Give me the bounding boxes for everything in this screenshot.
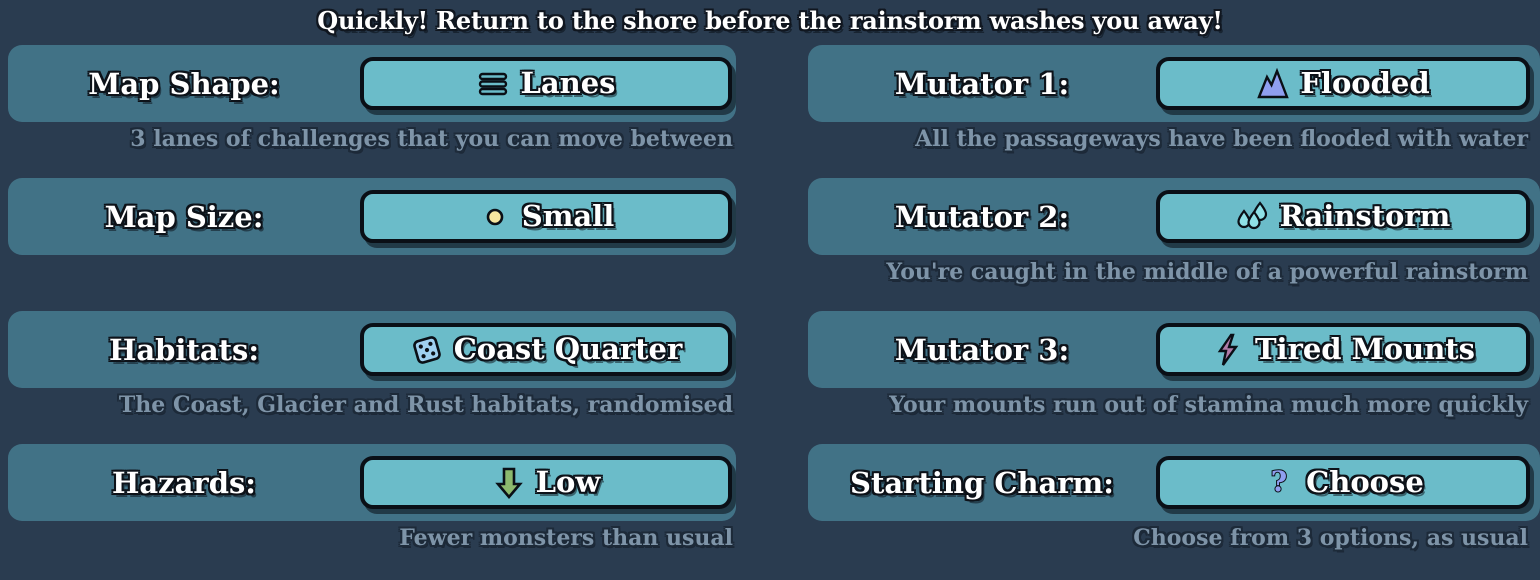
setting-description: Your mounts run out of stamina much more… — [889, 392, 1528, 418]
setting-description-wrap: 3 lanes of challenges that you can move … — [0, 122, 760, 156]
setting-label: Mutator 3: — [894, 332, 1070, 367]
setting-label: Habitats: — [108, 332, 260, 367]
setting-label: Mutator 1: — [894, 66, 1070, 101]
setting-row-mutator-1: Mutator 1: Flooded All the passageways h… — [780, 45, 1540, 178]
setting-label: Starting Charm: — [850, 465, 1114, 500]
starting-charm-value: Choose — [1306, 465, 1424, 499]
setting-description-wrap: Choose from 3 options, as usual — [780, 521, 1540, 555]
mutator-1-value: Flooded — [1300, 66, 1430, 100]
game-run-setup-screen: Quickly! Return to the shore before the … — [0, 0, 1540, 580]
setting-label-wrap: Mutator 1: — [808, 45, 1156, 122]
setting-label: Hazards: — [111, 465, 257, 500]
svg-text:?: ? — [1271, 465, 1287, 498]
setting-row-mutator-3: Mutator 3: Tired Mounts Your mounts run … — [780, 311, 1540, 444]
setting-description-wrap: All the passageways have been flooded wi… — [780, 122, 1540, 156]
lanes-icon — [476, 67, 510, 101]
setting-row-habitats: Habitats: Coast Quarter The Coast, Glaci… — [0, 311, 760, 444]
setting-label-wrap: Habitats: — [8, 311, 360, 388]
setting-label: Map Size: — [104, 199, 264, 234]
starting-charm-option-button[interactable]: ? Choose — [1156, 456, 1530, 509]
hazards-option-button[interactable]: Low — [360, 456, 732, 509]
habitats-option-button[interactable]: Coast Quarter — [360, 323, 732, 376]
setting-label: Map Shape: — [88, 66, 280, 101]
setting-label-wrap: Mutator 2: — [808, 178, 1156, 255]
setting-row-starting-charm: Starting Charm: ? Choose Choose from 3 o… — [780, 444, 1540, 577]
raindrops-icon — [1236, 200, 1270, 234]
right-column: Mutator 1: Flooded All the passageways h… — [780, 45, 1540, 577]
setting-row-map-size: Map Size: Small — [0, 178, 760, 311]
dice-icon — [410, 333, 444, 367]
setting-description-wrap: Your mounts run out of stamina much more… — [780, 388, 1540, 422]
mutator-3-value: Tired Mounts — [1254, 332, 1476, 366]
setting-panel: Hazards: Low — [8, 444, 736, 521]
setting-row-map-shape: Map Shape: Lanes 3 lanes of challenges t… — [0, 45, 760, 178]
setting-label-wrap: Mutator 3: — [808, 311, 1156, 388]
setting-panel: Starting Charm: ? Choose — [808, 444, 1540, 521]
map-size-value: Small — [521, 199, 615, 233]
banner: Quickly! Return to the shore before the … — [0, 0, 1540, 40]
hazards-value: Low — [535, 465, 601, 499]
map-shape-value: Lanes — [520, 66, 616, 100]
mutator-2-value: Rainstorm — [1279, 199, 1451, 233]
habitats-value: Coast Quarter — [453, 332, 683, 366]
setting-label-wrap: Map Shape: — [8, 45, 360, 122]
setting-panel: Mutator 3: Tired Mounts — [808, 311, 1540, 388]
small-dot-icon — [478, 200, 512, 234]
down-arrow-icon — [492, 466, 526, 500]
mutator-1-option-button[interactable]: Flooded — [1156, 57, 1530, 110]
setting-panel: Map Size: Small — [8, 178, 736, 255]
setting-label: Mutator 2: — [894, 199, 1070, 234]
setting-description: The Coast, Glacier and Rust habitats, ra… — [118, 392, 733, 418]
question-mark-icon: ? — [1262, 464, 1296, 500]
setting-description-wrap: The Coast, Glacier and Rust habitats, ra… — [0, 388, 760, 422]
setting-panel: Map Shape: Lanes — [8, 45, 736, 122]
lightning-bolt-icon — [1211, 333, 1245, 367]
mutator-3-option-button[interactable]: Tired Mounts — [1156, 323, 1530, 376]
setting-label-wrap: Map Size: — [8, 178, 360, 255]
left-column: Map Shape: Lanes 3 lanes of challenges t… — [0, 45, 760, 577]
setting-panel: Mutator 2: Rainstorm — [808, 178, 1540, 255]
banner-text: Quickly! Return to the shore before the … — [317, 5, 1223, 35]
setting-label-wrap: Hazards: — [8, 444, 360, 521]
mountain-icon — [1256, 67, 1290, 101]
setting-description-wrap — [0, 255, 760, 289]
setting-description-wrap: You're caught in the middle of a powerfu… — [780, 255, 1540, 289]
setting-description: Fewer monsters than usual — [399, 525, 733, 551]
setting-panel: Mutator 1: Flooded — [808, 45, 1540, 122]
setting-label-wrap: Starting Charm: — [808, 444, 1156, 521]
map-shape-option-button[interactable]: Lanes — [360, 57, 732, 110]
setting-panel: Habitats: Coast Quarter — [8, 311, 736, 388]
mutator-2-option-button[interactable]: Rainstorm — [1156, 190, 1530, 243]
setting-row-mutator-2: Mutator 2: Rainstorm You're caught in th… — [780, 178, 1540, 311]
setting-description-wrap: Fewer monsters than usual — [0, 521, 760, 555]
setting-description: You're caught in the middle of a powerfu… — [886, 259, 1528, 285]
setting-description: All the passageways have been flooded wi… — [915, 126, 1528, 152]
setting-description: 3 lanes of challenges that you can move … — [130, 126, 733, 152]
map-size-option-button[interactable]: Small — [360, 190, 732, 243]
setting-description: Choose from 3 options, as usual — [1133, 525, 1528, 551]
setting-row-hazards: Hazards: Low Fewer monsters than usual — [0, 444, 760, 577]
